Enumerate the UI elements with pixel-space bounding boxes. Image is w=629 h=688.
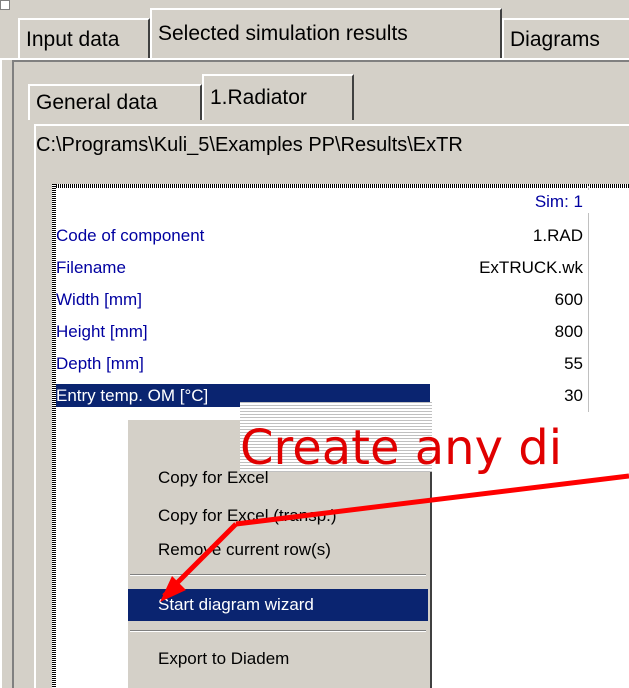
column-header-sim[interactable]: Sim: 1 (535, 190, 583, 213)
menu-item-label: Remove current row(s) (158, 540, 331, 559)
menu-item-remove-current-rows[interactable]: Remove current row(s) (128, 534, 428, 566)
row-value: ExTRUCK.wk (479, 258, 583, 277)
grid-top-border (52, 184, 629, 188)
table-row[interactable]: Filename ExTRUCK.wk (56, 256, 629, 279)
row-value: 800 (554, 322, 583, 341)
tab-input-data[interactable]: Input data (18, 18, 150, 60)
table-row[interactable]: Height [mm] 800 (56, 320, 629, 343)
tab-general-data[interactable]: General data (28, 84, 202, 120)
tab-selected-simulation-results[interactable]: Selected simulation results (150, 8, 502, 60)
tab-radiator[interactable]: 1.Radiator (202, 74, 354, 120)
tab-label: General data (36, 91, 158, 114)
tab-label: Selected simulation results (158, 22, 408, 45)
menu-item-label: Export to Diadem (158, 649, 290, 668)
row-label: Height [mm] (56, 322, 148, 341)
tab-diagrams[interactable]: Diagrams (502, 18, 629, 60)
menu-item-label: Copy for Excel (transp.) (158, 506, 337, 525)
grid-header-row: Sim: 1 (56, 190, 629, 213)
row-value: 600 (554, 290, 583, 309)
row-label: Depth [mm] (56, 354, 144, 373)
menu-item-export-to-diadem[interactable]: Export to Diadem (128, 643, 428, 675)
row-value: 1.RAD (532, 226, 583, 245)
menu-separator (130, 630, 426, 632)
table-row[interactable]: Depth [mm] 55 (56, 352, 629, 375)
tab-label: Input data (26, 28, 120, 51)
tab-label: Diagrams (510, 28, 600, 51)
row-value: 55 (564, 354, 583, 373)
window-corner (0, 0, 10, 10)
table-row[interactable]: Code of component 1.RAD (56, 224, 629, 247)
tab-label: 1.Radiator (210, 86, 307, 109)
menu-item-start-diagram-wizard[interactable]: Start diagram wizard (128, 589, 428, 621)
row-label: Entry temp. OM [°C] (56, 386, 209, 405)
menu-separator (130, 574, 426, 576)
row-value: 30 (564, 386, 583, 405)
results-path: C:\Programs\Kuli_5\Examples PP\Results\E… (36, 134, 463, 156)
row-label: Filename (56, 258, 126, 277)
callout-text: Create any di (240, 420, 563, 476)
row-label: Code of component (56, 226, 205, 245)
menu-item-copy-for-excel-transposed[interactable]: Copy for Excel (transp.) (128, 500, 428, 532)
table-row[interactable]: Width [mm] 600 (56, 288, 629, 311)
menu-item-label: Start diagram wizard (158, 595, 314, 614)
row-label: Width [mm] (56, 290, 142, 309)
